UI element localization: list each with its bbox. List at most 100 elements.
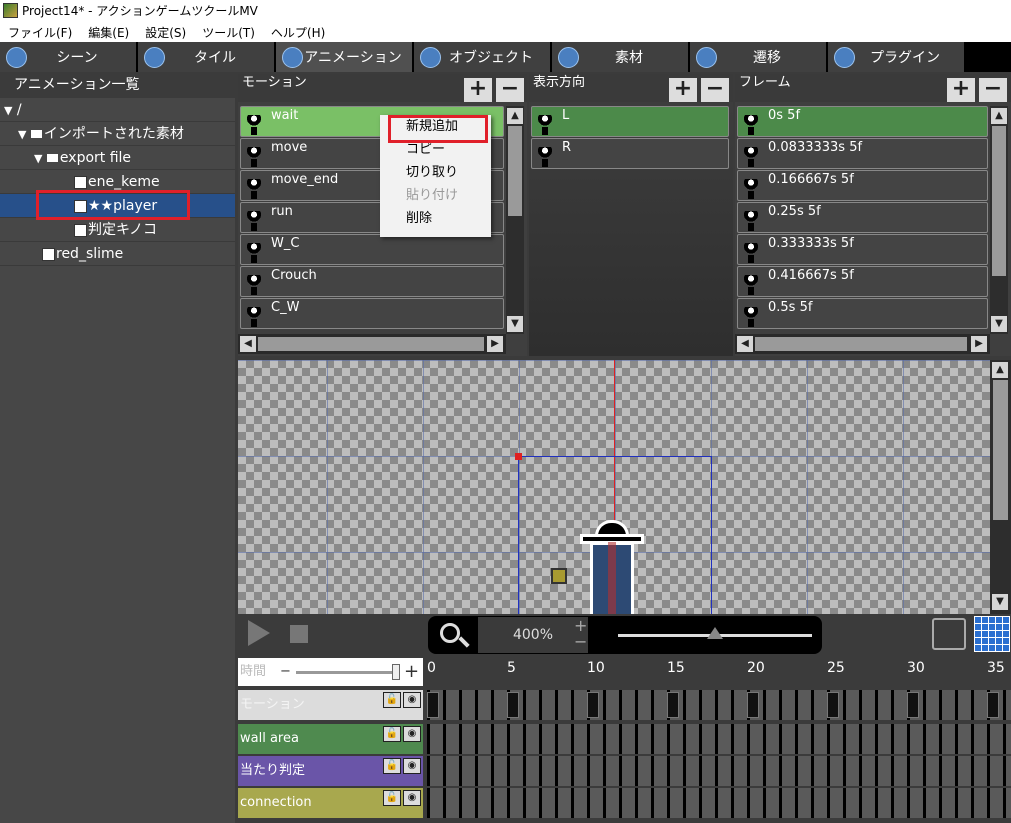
motion-hscrollbar[interactable]: ◀ ▶ [238,334,506,354]
zoom-slider-thumb[interactable] [707,627,723,639]
animation-icon [282,47,303,68]
scroll-thumb[interactable] [993,380,1008,520]
play-icon[interactable] [248,620,270,646]
tab-material[interactable]: 素材 [552,42,690,72]
frame-add-button[interactable]: + [947,78,975,102]
time-scale-minus-icon[interactable]: − [280,658,291,686]
keyframe-marker[interactable] [667,692,679,718]
anchor-point[interactable] [515,453,522,460]
frame-item[interactable]: 0.416667s 5f [737,266,988,297]
track-label-motion[interactable]: モーション 🔓 ◉ [238,690,423,720]
tree-folder-export[interactable]: ▼ export file [0,146,235,170]
track-cells-wall-area[interactable] [427,724,1011,754]
time-scale-plus-icon[interactable]: + [404,658,419,686]
scroll-thumb[interactable] [992,126,1006,276]
lock-icon[interactable]: 🔓 [383,726,401,742]
motion-item[interactable]: C_W [240,298,504,329]
frame-remove-button[interactable]: − [979,78,1007,102]
scroll-right-icon[interactable]: ▶ [487,336,503,352]
animation-canvas[interactable] [238,360,990,614]
motion-add-button[interactable]: + [464,78,492,102]
tree-folder-imported[interactable]: ▼ インポートされた素材 [0,122,235,146]
scroll-up-icon[interactable]: ▲ [991,108,1007,124]
frame-item[interactable]: 0.5s 5f [737,298,988,329]
scroll-thumb[interactable] [508,126,522,216]
menu-file[interactable]: ファイル(F) [0,24,80,41]
expand-triangle-icon[interactable]: ▼ [4,99,12,123]
motion-item[interactable]: W_C [240,234,504,265]
keyframe-marker[interactable] [987,692,999,718]
tab-animation[interactable]: アニメーション [276,42,414,72]
scroll-down-icon[interactable]: ▼ [991,316,1007,332]
direction-add-button[interactable]: + [669,78,697,102]
canvas-vscrollbar[interactable]: ▲ ▼ [990,360,1011,614]
tab-object[interactable]: オブジェクト [414,42,552,72]
scroll-up-icon[interactable]: ▲ [992,362,1008,378]
eye-icon[interactable]: ◉ [403,758,421,774]
onion-skin-icon[interactable] [932,618,966,650]
expand-triangle-icon[interactable]: ▼ [34,147,42,171]
eye-icon[interactable]: ◉ [403,726,421,742]
expand-triangle-icon[interactable]: ▼ [18,123,26,147]
frame-vscrollbar[interactable]: ▲ ▼ [990,106,1008,334]
tree-item-hantei-kinoko[interactable]: 判定キノコ [0,218,235,242]
menu-item-delete[interactable]: 削除 [380,207,491,230]
track-label-connection[interactable]: connection 🔓 ◉ [238,788,423,818]
tab-transition[interactable]: 遷移 [690,42,828,72]
keyframe-marker[interactable] [907,692,919,718]
direction-item[interactable]: L [531,106,729,137]
lock-icon[interactable]: 🔓 [383,758,401,774]
title-bar: Project14* - アクションゲームツクールMV [0,0,1011,22]
tree-item-red-slime[interactable]: red_slime [0,242,235,266]
track-cells-connection[interactable] [427,788,1011,818]
menu-help[interactable]: ヘルプ(H) [263,24,333,41]
track-cells-hit[interactable] [427,756,1011,786]
frame-item[interactable]: 0.333333s 5f [737,234,988,265]
eye-icon[interactable]: ◉ [403,790,421,806]
track-label-wall-area[interactable]: wall area 🔓 ◉ [238,724,423,754]
keyframe-marker[interactable] [747,692,759,718]
tree-item-player[interactable]: ★★player [0,190,235,220]
frame-item[interactable]: 0.166667s 5f [737,170,988,201]
stop-icon[interactable] [290,625,308,643]
menu-settings[interactable]: 設定(S) [137,24,194,41]
tab-scene[interactable]: シーン [0,42,138,72]
scroll-thumb[interactable] [258,337,484,351]
menu-edit[interactable]: 編集(E) [80,24,137,41]
tree-root[interactable]: ▼ / [0,98,235,122]
frame-item[interactable]: 0.25s 5f [737,202,988,233]
track-label-hit[interactable]: 当たり判定 🔓 ◉ [238,756,423,786]
motion-remove-button[interactable]: − [496,78,524,102]
scroll-down-icon[interactable]: ▼ [992,594,1008,610]
frame-item[interactable]: 0s 5f [737,106,988,137]
time-scale-slider[interactable] [296,671,396,674]
tab-tile[interactable]: タイル [138,42,276,72]
zoom-out-icon[interactable]: − [574,632,587,651]
direction-remove-button[interactable]: − [701,78,729,102]
scroll-up-icon[interactable]: ▲ [507,108,523,124]
grid-toggle-icon[interactable] [974,616,1010,652]
scroll-left-icon[interactable]: ◀ [737,336,753,352]
direction-item[interactable]: R [531,138,729,169]
frame-hscrollbar[interactable]: ◀ ▶ [735,334,990,354]
lock-icon[interactable]: 🔓 [383,692,401,708]
scroll-left-icon[interactable]: ◀ [240,336,256,352]
track-cells-motion[interactable] [427,690,1011,720]
menu-tools[interactable]: ツール(T) [194,24,263,41]
scroll-thumb[interactable] [755,337,967,351]
menu-item-cut[interactable]: 切り取り [380,161,491,184]
keyframe-marker[interactable] [427,692,439,718]
time-scale-thumb[interactable] [392,664,400,680]
keyframe-marker[interactable] [587,692,599,718]
keyframe-marker[interactable] [507,692,519,718]
scroll-right-icon[interactable]: ▶ [971,336,987,352]
scroll-down-icon[interactable]: ▼ [507,316,523,332]
motion-item[interactable]: Crouch [240,266,504,297]
lock-icon[interactable]: 🔓 [383,790,401,806]
keyframe-marker[interactable] [827,692,839,718]
motion-vscrollbar[interactable]: ▲ ▼ [506,106,524,334]
frame-item[interactable]: 0.0833333s 5f [737,138,988,169]
tab-plugin[interactable]: プラグイン [828,42,966,72]
magnifier-icon[interactable] [440,623,460,643]
eye-icon[interactable]: ◉ [403,692,421,708]
